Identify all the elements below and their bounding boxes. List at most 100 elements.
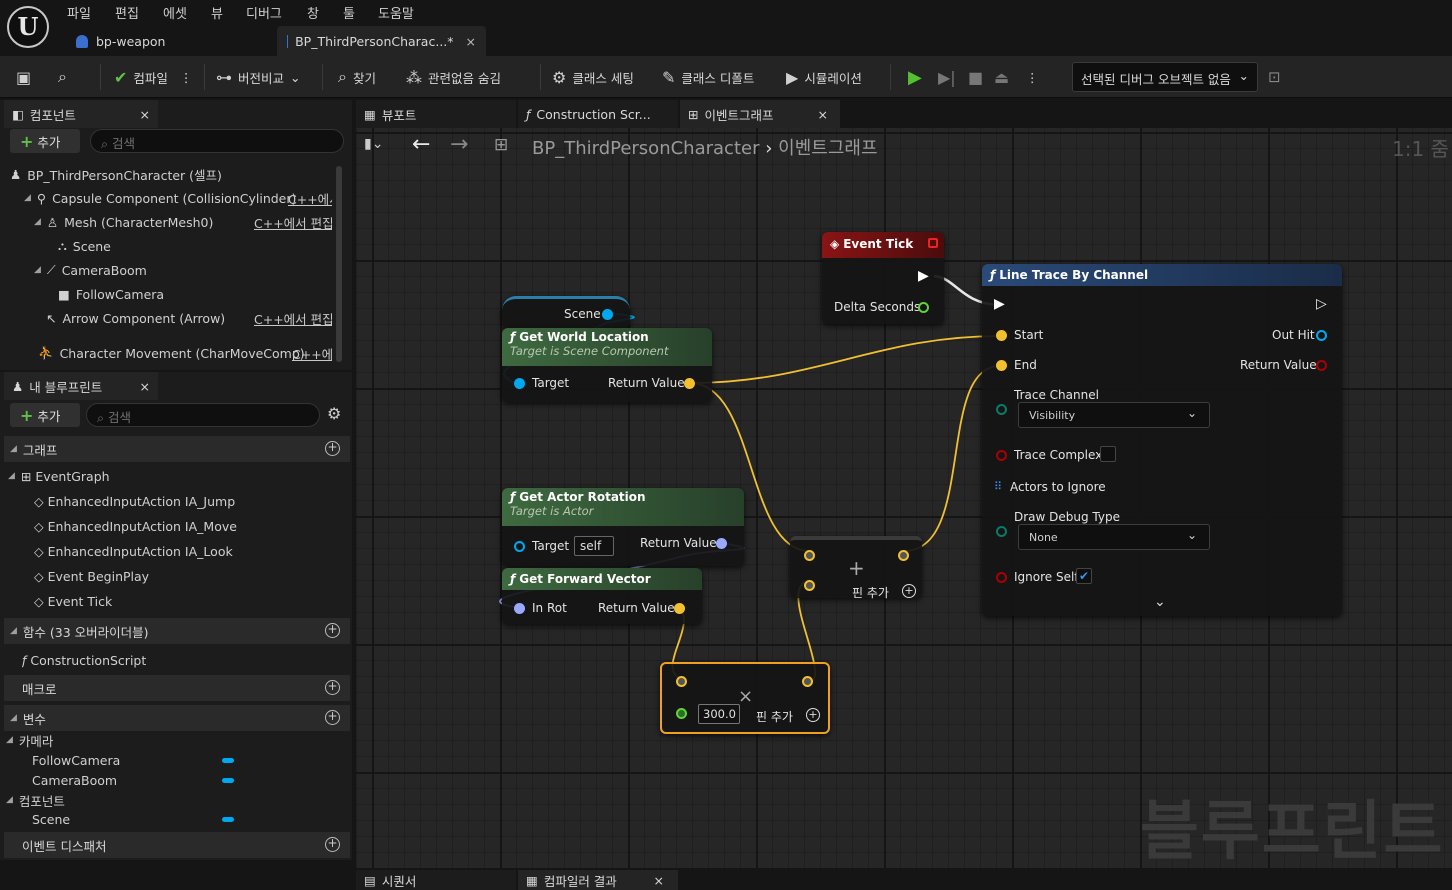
browse-button[interactable]: ⌕: [58, 56, 67, 98]
delegate-pin-icon[interactable]: [928, 238, 938, 248]
diff-button[interactable]: ⊶ 버전비교 ⌄: [216, 56, 301, 98]
menu-tools[interactable]: 툴: [343, 3, 355, 22]
draw-debug-dropdown[interactable]: None ⌄: [1018, 524, 1210, 550]
tree-event-tick[interactable]: ◇ Event Tick: [34, 589, 334, 613]
menu-help[interactable]: 도움말: [378, 3, 414, 22]
tab-bp-thirdperson[interactable]: BP_ThirdPersonCharac...* ×: [277, 26, 486, 56]
tree-followcamera[interactable]: ■ FollowCamera: [58, 282, 328, 306]
add-function-icon[interactable]: +: [325, 623, 340, 638]
add-pin-icon[interactable]: +: [902, 584, 916, 598]
pin-delta-seconds[interactable]: [918, 302, 929, 313]
node-get-forward-vector[interactable]: ƒ Get Forward Vector In Rot Return Value: [502, 568, 702, 624]
play-options-button[interactable]: ⋮: [1026, 56, 1039, 98]
tree-capsule[interactable]: ◢ ⚲ Capsule Component (CollisionCylinder) C…: [24, 186, 332, 210]
tab-sequencer[interactable]: ▤ 시퀀서: [356, 870, 516, 890]
tab-compiler-results[interactable]: ▦ 컴파일러 결과 ×: [518, 870, 678, 890]
tab-event-graph[interactable]: ⊞ 이벤트그래프 ×: [680, 100, 840, 128]
menu-view[interactable]: 뷰: [211, 3, 223, 22]
exec-out-pin[interactable]: ▶: [918, 268, 929, 284]
pin-end[interactable]: [996, 360, 1007, 371]
add-blueprint-item-button[interactable]: + 추가: [10, 403, 80, 427]
menu-edit[interactable]: 편집: [115, 3, 139, 22]
tree-mesh[interactable]: ◢ ♙ Mesh (CharacterMesh0) C++에서 편집: [34, 210, 332, 234]
category-variables[interactable]: ◢ 변수 +: [4, 705, 350, 731]
tree-cameraboom[interactable]: ◢ ⟋ CameraBoom: [34, 258, 324, 282]
exec-out-pin[interactable]: ▷: [1316, 296, 1327, 312]
hide-unrelated-button[interactable]: ⁂ 관련없음 숨김: [406, 56, 501, 98]
tree-root[interactable]: ♟ BP_ThirdPersonCharacter (셀프): [10, 162, 330, 186]
tree-event-beginplay[interactable]: ◇ Event BeginPlay: [34, 564, 334, 588]
tree-component-category[interactable]: ◢ 컴포넌트: [6, 790, 306, 810]
close-icon[interactable]: ×: [140, 379, 150, 394]
pin-return[interactable]: [716, 538, 727, 549]
pin-b[interactable]: [676, 708, 687, 719]
menu-window[interactable]: 창: [307, 3, 319, 22]
var-cameraboom[interactable]: CameraBoom: [32, 770, 222, 790]
close-icon[interactable]: ×: [466, 34, 476, 49]
tab-components[interactable]: ◧ 컴포넌트 ×: [4, 100, 158, 128]
var-scene[interactable]: Scene: [32, 809, 222, 829]
trace-complex-checkbox[interactable]: [1100, 446, 1116, 462]
pin-trace-complex[interactable]: [996, 450, 1007, 461]
pin-out-hit[interactable]: [1316, 330, 1327, 341]
settings-gear-icon[interactable]: ⚙: [327, 404, 341, 423]
play-button[interactable]: ▶: [908, 56, 922, 98]
tab-myblueprint[interactable]: ♟ 내 블루프린트 ×: [4, 372, 158, 400]
stop-button[interactable]: ■: [968, 56, 983, 98]
save-button[interactable]: ▣: [16, 56, 31, 98]
var-followcamera[interactable]: FollowCamera: [32, 750, 222, 770]
tree-event-jump[interactable]: ◇ EnhancedInputAction IA_Jump: [34, 489, 334, 513]
multiply-value-input[interactable]: 300.0: [698, 704, 740, 724]
pin-draw-debug[interactable]: [996, 526, 1007, 537]
category-functions[interactable]: ◢ 함수 (33 오버라이더블) +: [4, 618, 350, 644]
components-search-input[interactable]: ⌕ 검색: [90, 129, 344, 153]
category-macros[interactable]: 매크로 +: [4, 675, 350, 701]
node-multiply[interactable]: × 300.0 핀 추가 +: [660, 662, 830, 734]
pin-out[interactable]: [898, 550, 909, 561]
debug-object-select[interactable]: 선택된 디버그 오브젝트 없음 ⌄: [1072, 62, 1258, 92]
pin-start[interactable]: [996, 330, 1007, 341]
pin-scene-out[interactable]: [602, 309, 613, 320]
self-input[interactable]: self: [574, 536, 614, 556]
add-dispatcher-icon[interactable]: +: [325, 837, 340, 852]
tree-event-look[interactable]: ◇ EnhancedInputAction IA_Look: [34, 539, 334, 563]
node-line-trace[interactable]: ƒ Line Trace By Channel ▶ ▷ Start Out Hit…: [982, 264, 1342, 616]
eject-button[interactable]: ⏏: [994, 56, 1009, 98]
node-get-world-location[interactable]: ƒ Get World Location Target is Scene Comp…: [502, 328, 712, 402]
pin-return-value[interactable]: [1316, 360, 1327, 371]
close-icon[interactable]: ×: [654, 873, 664, 888]
add-pin-icon[interactable]: +: [806, 708, 820, 722]
expand-chevron-icon[interactable]: ⌄: [1154, 594, 1166, 610]
pin-a[interactable]: [676, 676, 687, 687]
graph-canvas[interactable]: ▮⌄ ← → ⊞ BP_ThirdPersonCharacter › 이벤트그래…: [356, 128, 1452, 868]
pin-out[interactable]: [802, 676, 813, 687]
pin-trace-channel[interactable]: [996, 404, 1007, 415]
pin-return[interactable]: [684, 378, 695, 389]
more-options-icon[interactable]: ⋮: [180, 70, 193, 85]
tab-viewport[interactable]: ▦ 뷰포트: [356, 100, 516, 128]
node-event-tick[interactable]: ◈ Event Tick ▶ Delta Seconds: [822, 232, 944, 324]
step-button[interactable]: ▶|: [938, 56, 956, 98]
debug-filter-icon[interactable]: ⊡: [1268, 68, 1281, 86]
simulation-button[interactable]: ▶ 시뮬레이션: [786, 56, 862, 98]
node-scene[interactable]: Scene: [502, 296, 630, 328]
pin-target[interactable]: [514, 541, 525, 552]
add-variable-icon[interactable]: +: [325, 710, 340, 725]
tree-construction[interactable]: ƒ ConstructionScript: [22, 648, 322, 672]
tab-bp-weapon[interactable]: bp-weapon: [66, 26, 271, 56]
menu-asset[interactable]: 에셋: [163, 3, 187, 22]
myblueprint-search-input[interactable]: ⌕ 검색: [86, 403, 320, 427]
class-settings-button[interactable]: ⚙ 클래스 세팅: [552, 56, 634, 98]
add-graph-icon[interactable]: +: [325, 441, 340, 456]
tree-scene[interactable]: ⛬ Scene: [58, 234, 328, 258]
category-dispatchers[interactable]: 이벤트 디스패처 +: [4, 832, 350, 858]
menu-file[interactable]: 파일: [67, 3, 91, 22]
tree-eventgraph[interactable]: ◢ ⊞ EventGraph: [8, 464, 308, 488]
pin-a[interactable]: [804, 550, 815, 561]
ignore-self-checkbox[interactable]: ✔: [1076, 568, 1092, 584]
class-defaults-button[interactable]: ✎ 클래스 디폴트: [662, 56, 754, 98]
pin-ignore-self[interactable]: [996, 572, 1007, 583]
tab-construction-script[interactable]: ƒ Construction Scr...: [518, 100, 678, 128]
node-add[interactable]: + 핀 추가 +: [790, 536, 922, 600]
node-get-actor-rotation[interactable]: ƒ Get Actor Rotation Target is Actor Targ…: [502, 488, 744, 566]
